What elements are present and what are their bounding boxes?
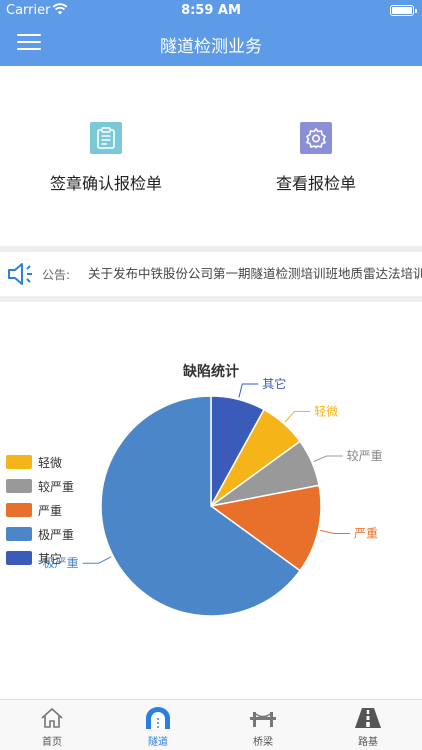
- chart-title: 缺陷统计: [183, 363, 239, 380]
- slice-label: 轻微: [314, 405, 338, 419]
- view-inspection-button[interactable]: 查看报检单: [236, 122, 396, 194]
- legend-label: 较严重: [38, 479, 75, 494]
- notice-tag: 公告:: [42, 268, 71, 282]
- action-panel: 签章确认报检单 查看报检单: [0, 66, 422, 246]
- label-leader-line: [238, 383, 259, 398]
- notice-text[interactable]: 关于发布中铁股份公司第一期隧道检测培训班地质雷达法培训: [88, 263, 422, 282]
- legend-swatch: [6, 479, 32, 493]
- label-leader-line: [320, 529, 350, 534]
- label-leader-line: [313, 455, 343, 462]
- legend-label: 极严重: [38, 527, 75, 542]
- tab-label: 隧道: [148, 737, 168, 748]
- bridge-icon: [233, 706, 293, 730]
- nav-bar: 隧道检测业务: [0, 22, 422, 66]
- sign-confirm-button[interactable]: 签章确认报检单: [26, 122, 186, 194]
- tab-label: 首页: [42, 737, 62, 748]
- tunnel-icon: [128, 706, 188, 730]
- tab-home[interactable]: 首页: [22, 706, 82, 748]
- legend-item[interactable]: 严重: [6, 498, 74, 522]
- slice-label: 严重: [354, 527, 378, 541]
- clock-time: 8:59 AM: [181, 3, 241, 18]
- slice-label: 较严重: [347, 448, 383, 463]
- legend-label: 其它: [38, 551, 63, 566]
- status-bar: Carrier 8:59 AM: [0, 0, 422, 22]
- road-icon: [338, 706, 398, 730]
- tab-bridge[interactable]: 桥梁: [233, 706, 293, 748]
- battery-icon: [390, 5, 417, 16]
- legend-item[interactable]: 较严重: [6, 474, 74, 498]
- clipboard-icon: [90, 122, 122, 154]
- legend-item[interactable]: 轻微: [6, 450, 74, 474]
- speaker-icon: [6, 260, 38, 292]
- chart-legend: 轻微 较严重 严重 极严重 其它: [6, 450, 74, 570]
- sign-confirm-label: 签章确认报检单: [49, 174, 162, 193]
- tab-roadbed[interactable]: 路基: [338, 706, 398, 748]
- notice-bar[interactable]: 公告: 关于发布中铁股份公司第一期隧道检测培训班地质雷达法培训: [0, 252, 422, 296]
- slice-label: 其它: [262, 376, 286, 391]
- legend-swatch: [6, 527, 32, 541]
- label-leader-line: [82, 556, 112, 564]
- view-inspection-label: 查看报检单: [275, 174, 356, 193]
- tab-tunnel[interactable]: 隧道: [128, 706, 188, 748]
- tab-label: 桥梁: [253, 737, 273, 748]
- legend-label: 轻微: [38, 455, 63, 470]
- legend-swatch: [6, 551, 32, 565]
- legend-swatch: [6, 503, 32, 517]
- home-icon: [22, 706, 82, 730]
- tab-label: 路基: [358, 737, 378, 748]
- legend-item[interactable]: 其它: [6, 546, 74, 570]
- label-leader-line: [284, 411, 311, 423]
- tab-bar: 首页 隧道 桥梁 路基: [0, 699, 422, 750]
- defect-chart: 缺陷统计 其它 轻微 较严重 严重 极严重 轻微 较严重 严重 极严重 其它: [0, 302, 422, 698]
- legend-swatch: [6, 455, 32, 469]
- gear-icon: [300, 122, 332, 154]
- legend-item[interactable]: 极严重: [6, 522, 74, 546]
- legend-label: 严重: [38, 503, 63, 518]
- page-title: 隧道检测业务: [160, 37, 262, 57]
